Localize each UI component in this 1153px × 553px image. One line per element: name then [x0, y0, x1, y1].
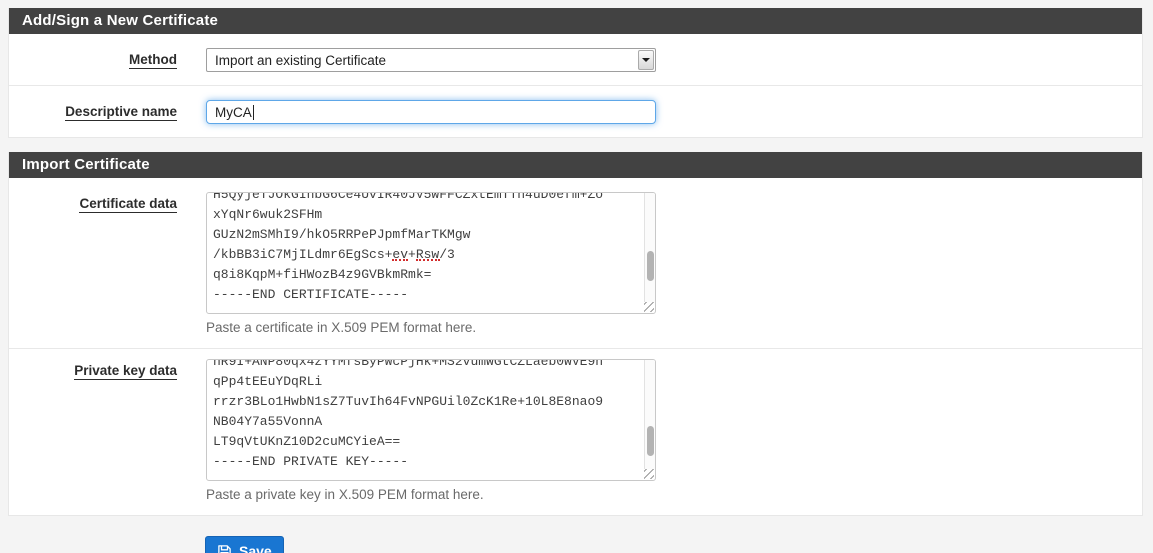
text-caret: [252, 104, 254, 120]
certificate-data-label: Certificate data: [79, 196, 177, 213]
spellcheck-underline: [416, 259, 440, 261]
save-icon: [218, 544, 231, 553]
certificate-data-row: Certificate data H5QyjeTJOkGInbG6Ce4UvIR…: [9, 178, 1142, 348]
resize-grip-icon[interactable]: [644, 469, 654, 479]
method-select-value: Import an existing Certificate: [215, 52, 387, 68]
scrollbar-thumb[interactable]: [647, 251, 654, 281]
private-key-data-text: hR9I+ANP80qx4zYYMfsByPWcPjHk+MS2vumWGtCZ…: [213, 359, 604, 469]
save-button-label: Save: [239, 543, 272, 553]
certificate-help-text: Paste a certificate in X.509 PEM format …: [206, 320, 477, 335]
panel-add-sign-certificate: Add/Sign a New Certificate Method Import…: [8, 8, 1143, 138]
panel-heading-add-sign: Add/Sign a New Certificate: [9, 8, 1142, 34]
private-key-data-textarea[interactable]: hR9I+ANP80qx4zYYMfsByPWcPjHk+MS2vumWGtCZ…: [206, 359, 656, 481]
form-actions: Save: [8, 530, 1143, 553]
chevron-down-icon: [642, 58, 650, 62]
descriptive-name-row: Descriptive name MyCA: [9, 85, 1142, 137]
descriptive-name-value: MyCA: [215, 104, 252, 120]
save-button[interactable]: Save: [205, 536, 284, 553]
private-key-help-text: Paste a private key in X.509 PEM format …: [206, 487, 484, 502]
method-select[interactable]: Import an existing Certificate: [206, 48, 656, 72]
spellcheck-underline: [392, 259, 408, 261]
panel-import-certificate: Import Certificate Certificate data H5Qy…: [8, 152, 1143, 516]
dropdown-arrow-button[interactable]: [638, 50, 654, 70]
textarea-scrollbar[interactable]: [644, 360, 655, 469]
descriptive-name-input[interactable]: MyCA: [206, 100, 656, 124]
certificate-data-textarea[interactable]: H5QyjeTJOkGInbG6Ce4UvIR40JV5wFFCZxtEmTTh…: [206, 192, 656, 314]
method-label: Method: [129, 52, 177, 69]
private-key-data-row: Private key data hR9I+ANP80qx4zYYMfsByPW…: [9, 348, 1142, 515]
descriptive-name-label: Descriptive name: [65, 104, 177, 121]
private-key-data-label: Private key data: [74, 363, 177, 380]
page: Add/Sign a New Certificate Method Import…: [0, 0, 1153, 553]
certificate-data-text: H5QyjeTJOkGInbG6Ce4UvIR40JV5wFFCZxtEmTTh…: [213, 192, 604, 302]
resize-grip-icon[interactable]: [644, 302, 654, 312]
scrollbar-thumb[interactable]: [647, 426, 654, 456]
textarea-scrollbar[interactable]: [644, 193, 655, 302]
panel-heading-import: Import Certificate: [9, 152, 1142, 178]
method-row: Method Import an existing Certificate: [9, 34, 1142, 85]
